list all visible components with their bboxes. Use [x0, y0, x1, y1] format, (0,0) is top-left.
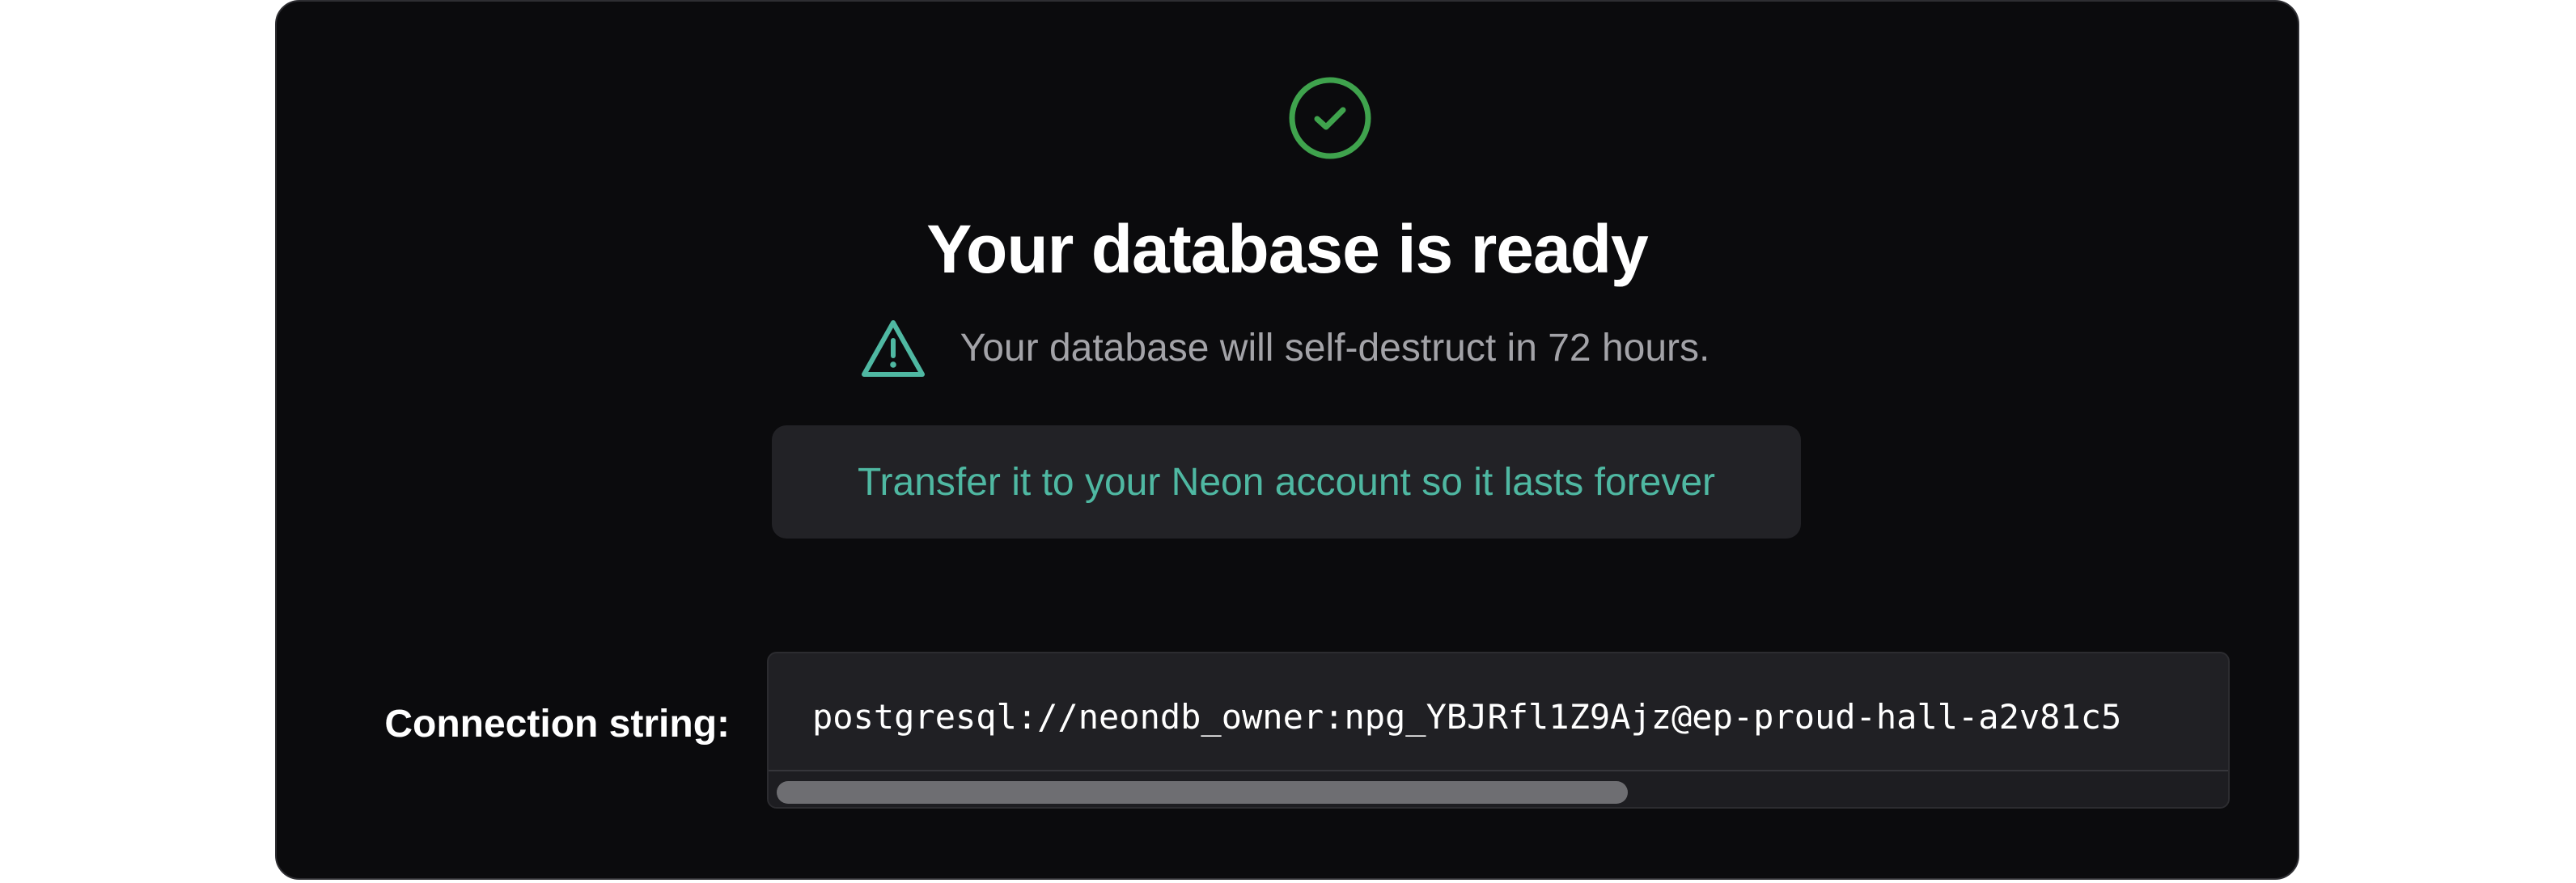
warning-triangle-icon [861, 320, 925, 377]
expiry-warning-text: Your database will self-destruct in 72 h… [960, 327, 1710, 370]
check-circle-icon [1289, 77, 1371, 159]
transfer-to-account-button[interactable]: Transfer it to your Neon account so it l… [772, 425, 1801, 539]
horizontal-scrollbar[interactable] [769, 771, 2228, 807]
scrollbar-thumb[interactable] [777, 781, 1628, 804]
database-ready-panel: Your database is ready Your database wil… [275, 0, 2299, 880]
connection-string-label: Connection string: [384, 703, 730, 746]
expiry-warning: Your database will self-destruct in 72 h… [277, 312, 2298, 385]
page-title: Your database is ready [926, 211, 1649, 287]
connection-string-value[interactable]: postgresql://neondb_owner:npg_YBJRfl1Z9A… [812, 687, 2121, 747]
connection-string-field[interactable]: postgresql://neondb_owner:npg_YBJRfl1Z9A… [767, 652, 2230, 809]
